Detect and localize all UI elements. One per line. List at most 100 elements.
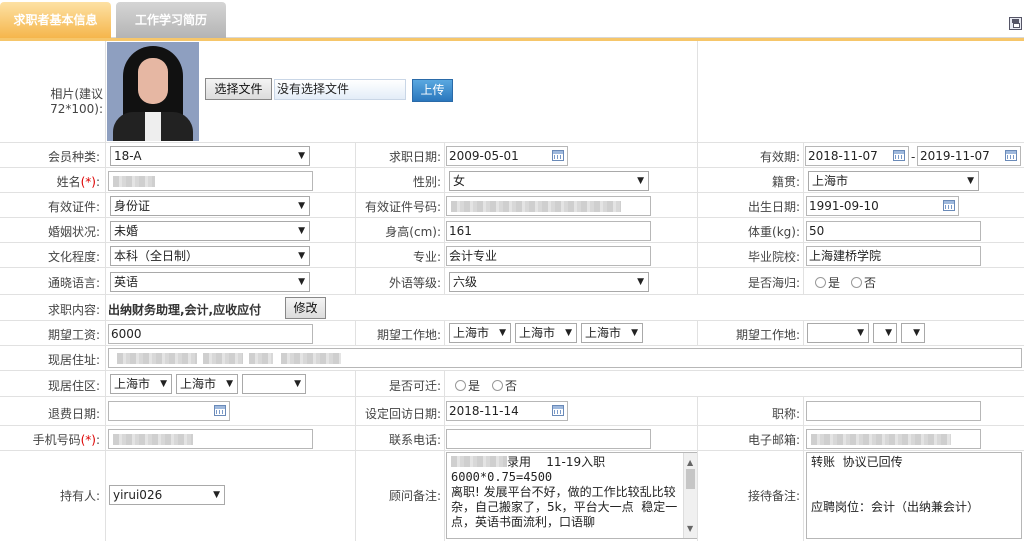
validity-from-input[interactable]: 2018-11-07	[805, 146, 909, 166]
tab-bar: 求职者基本信息 工作学习简历	[0, 0, 1024, 38]
chevron-down-icon: ▼	[631, 328, 638, 338]
language-select[interactable]: 英语 ▼	[110, 272, 310, 292]
school-input[interactable]: 上海建桥学院	[806, 246, 981, 266]
apply-date-label: 求职日期:	[356, 148, 441, 165]
member-type-select[interactable]: 18-A ▼	[110, 146, 310, 166]
native-place-label: 籍贯:	[700, 173, 800, 190]
chevron-down-icon: ▼	[226, 379, 233, 389]
member-type-label: 会员种类:	[0, 148, 100, 165]
chevron-down-icon: ▼	[213, 490, 220, 500]
row-marital: 婚姻状况: 未婚 ▼ 身高(cm): 161 体重(kg): 50	[0, 218, 1024, 243]
id-type-label: 有效证件:	[0, 198, 100, 215]
refund-date-label: 退费日期:	[0, 405, 100, 422]
holder-select[interactable]: yirui026 ▼	[109, 485, 225, 505]
residence-label: 现居住区:	[0, 377, 100, 394]
calendar-icon	[1005, 150, 1017, 161]
expected-location2-province-select[interactable]: ▼	[807, 323, 869, 343]
expected-location-city-select[interactable]: 上海市 ▼	[515, 323, 577, 343]
revisit-date-input[interactable]: 2018-11-14	[446, 401, 568, 421]
language-level-label: 外语等级:	[356, 274, 441, 291]
row-job-content: 求职内容: 出纳财务助理,会计,应收应付 修改	[0, 295, 1024, 321]
birth-date-label: 出生日期:	[700, 198, 800, 215]
native-place-select[interactable]: 上海市 ▼	[808, 171, 979, 191]
education-label: 文化程度:	[0, 248, 100, 265]
phone-label: 联系电话:	[356, 431, 441, 448]
row-member-type: 会员种类: 18-A ▼ 求职日期: 2009-05-01 有效期: 2018-1…	[0, 143, 1024, 168]
address-label: 现居住址:	[0, 351, 100, 368]
revisit-date-label: 设定回访日期:	[356, 405, 441, 422]
relocate-yes-option[interactable]: 是	[455, 377, 480, 394]
row-expected-salary: 期望工资: 6000 期望工作地: 上海市 ▼ 上海市 ▼ 上海市 ▼ 期望工作地: …	[0, 321, 1024, 346]
chevron-down-icon: ▼	[298, 251, 305, 261]
weight-input[interactable]: 50	[806, 221, 981, 241]
validity-separator: -	[911, 150, 916, 164]
expected-location-label: 期望工作地:	[356, 326, 441, 343]
education-select[interactable]: 本科（全日制） ▼	[110, 246, 310, 266]
chevron-down-icon: ▼	[499, 328, 506, 338]
relocate-no-option[interactable]: 否	[492, 377, 517, 394]
tab-basic-info[interactable]: 求职者基本信息	[0, 2, 111, 38]
id-number-input[interactable]	[446, 196, 651, 216]
marital-select[interactable]: 未婚 ▼	[110, 221, 310, 241]
calendar-icon	[214, 405, 226, 416]
reception-note-textarea[interactable]: 转账 协议已回传 应聘岗位：会计（出纳兼会计）	[806, 452, 1022, 539]
validity-label: 有效期:	[700, 148, 800, 165]
language-level-select[interactable]: 六级 ▼	[449, 272, 649, 292]
consultant-note-scrollbar[interactable]: ▲ ▼	[683, 453, 697, 538]
row-education: 文化程度: 本科（全日制） ▼ 专业: 会计专业 毕业院校: 上海建桥学院	[0, 243, 1024, 268]
gender-label: 性别:	[356, 173, 441, 190]
applicant-photo	[107, 42, 199, 141]
choose-file-button[interactable]: 选择文件	[205, 78, 272, 100]
overseas-no-option[interactable]: 否	[851, 274, 876, 291]
holder-label: 持有人:	[0, 487, 100, 504]
expected-location2-district-select[interactable]: ▼	[901, 323, 925, 343]
chevron-down-icon: ▼	[298, 201, 305, 211]
expected-location-province-select[interactable]: 上海市 ▼	[449, 323, 511, 343]
radio-icon	[851, 277, 862, 288]
phone-input[interactable]	[446, 429, 651, 449]
name-label: 姓名(*):	[0, 173, 100, 190]
calendar-icon	[943, 200, 955, 211]
chevron-down-icon: ▼	[637, 176, 644, 186]
chevron-down-icon: ▼	[967, 176, 974, 186]
row-id: 有效证件: 身份证 ▼ 有效证件号码: 出生日期: 1991-09-10	[0, 193, 1024, 218]
residence-city-select[interactable]: 上海市 ▼	[176, 374, 238, 394]
name-input[interactable]	[108, 171, 313, 191]
tab-work-study-resume[interactable]: 工作学习简历	[116, 2, 226, 38]
row-contact: 手机号码(*): 联系电话: 电子邮箱:	[0, 426, 1024, 451]
id-type-select[interactable]: 身份证 ▼	[110, 196, 310, 216]
consultant-note-label: 顾问备注:	[356, 487, 441, 504]
chevron-down-icon: ▼	[298, 151, 305, 161]
radio-icon	[815, 277, 826, 288]
gender-select[interactable]: 女 ▼	[449, 171, 649, 191]
upload-button[interactable]: 上传	[412, 79, 453, 102]
refund-date-input[interactable]	[108, 401, 230, 421]
edit-job-content-button[interactable]: 修改	[285, 297, 326, 319]
residence-district-select[interactable]: ▼	[242, 374, 306, 394]
expected-location2-city-select[interactable]: ▼	[873, 323, 897, 343]
chevron-down-icon: ▼	[160, 379, 167, 389]
expected-location-district-select[interactable]: 上海市 ▼	[581, 323, 643, 343]
marital-label: 婚姻状况:	[0, 223, 100, 240]
email-input[interactable]	[806, 429, 981, 449]
expected-salary-input[interactable]: 6000	[108, 324, 313, 344]
reception-note-label: 接待备注:	[700, 487, 800, 504]
radio-icon	[455, 380, 466, 391]
title-input[interactable]	[806, 401, 981, 421]
id-number-label: 有效证件号码:	[356, 198, 441, 215]
apply-date-input[interactable]: 2009-05-01	[446, 146, 568, 166]
address-input[interactable]	[108, 348, 1022, 368]
mobile-input[interactable]	[108, 429, 313, 449]
save-icon[interactable]	[1009, 17, 1022, 30]
chevron-down-icon: ▼	[913, 328, 920, 338]
file-status: 没有选择文件	[274, 79, 406, 100]
calendar-icon	[552, 150, 564, 161]
consultant-note-textarea[interactable]: 录用 11-19入职 6000*0.75=4500 离职! 发展平台不好，做的工作比…	[446, 452, 698, 539]
major-input[interactable]: 会计专业	[446, 246, 651, 266]
overseas-yes-option[interactable]: 是	[815, 274, 840, 291]
validity-to-input[interactable]: 2019-11-07	[917, 146, 1021, 166]
birth-date-input[interactable]: 1991-09-10	[806, 196, 959, 216]
expected-salary-label: 期望工资:	[0, 326, 100, 343]
height-input[interactable]: 161	[446, 221, 651, 241]
residence-province-select[interactable]: 上海市 ▼	[110, 374, 172, 394]
